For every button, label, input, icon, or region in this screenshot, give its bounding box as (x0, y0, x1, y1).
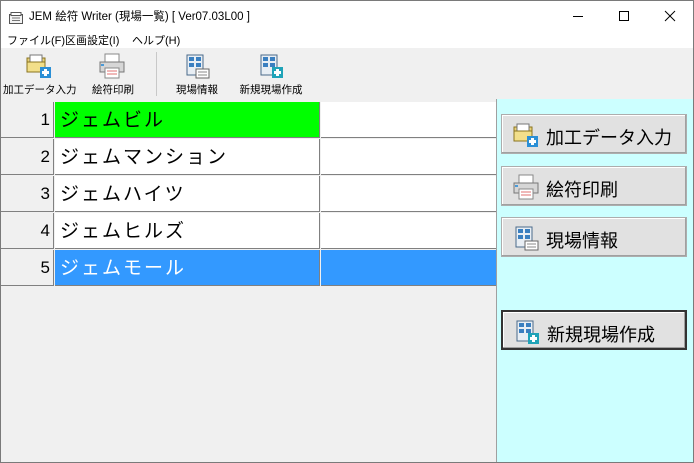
menu-help[interactable]: ヘルプ(H) (132, 32, 180, 48)
data-input-button[interactable]: 加工データ入力 (501, 114, 687, 154)
row-number: 5 (1, 250, 54, 286)
folder-doc-icon (512, 121, 540, 149)
site-list-grid: 1 ジェムビル 2 ジェムマンション 3 ジェムハイツ 4 ジェムヒルズ 5 ジ… (1, 99, 497, 462)
folder-doc-icon (25, 52, 53, 80)
toolbar-site-info-label: 現場情報 (176, 84, 218, 96)
print-label: 絵符印刷 (546, 180, 618, 200)
print-button[interactable]: 絵符印刷 (501, 166, 687, 206)
table-row[interactable]: 4 ジェムヒルズ (1, 213, 496, 250)
site-info-label: 現場情報 (546, 231, 618, 251)
table-row[interactable]: 3 ジェムハイツ (1, 176, 496, 213)
printer-icon (512, 173, 540, 201)
toolbar-separator (156, 52, 157, 96)
toolbar-print-label: 絵符印刷 (92, 84, 134, 96)
close-button[interactable] (647, 1, 693, 31)
toolbar-new-site-label: 新規現場作成 (239, 84, 303, 96)
site-name-cell[interactable]: ジェムマンション (55, 139, 320, 175)
site-name-cell[interactable]: ジェムモール (55, 250, 320, 286)
new-site-label: 新規現場作成 (547, 325, 655, 345)
site-name-cell[interactable]: ジェムビル (55, 102, 320, 138)
action-panel: 加工データ入力 絵符印刷 現場情報 新規現場作成 (497, 99, 693, 462)
app-icon (9, 9, 23, 24)
site-extra-cell[interactable] (321, 213, 496, 249)
minimize-button[interactable] (555, 1, 601, 31)
site-extra-cell[interactable] (321, 250, 496, 286)
new-site-button[interactable]: 新規現場作成 (501, 310, 687, 350)
toolbar: 加工データ入力 絵符印刷 現場情報 新規現場作成 (1, 48, 693, 99)
toolbar-data-input-button[interactable]: 加工データ入力 (3, 48, 77, 99)
site-extra-cell[interactable] (321, 176, 496, 212)
building-add-icon (257, 52, 285, 80)
menu-section-settings[interactable]: 区画設定(I) (65, 32, 119, 48)
menu-bar: ファイル(F) 区画設定(I) ヘルプ(H) (1, 31, 693, 48)
row-number: 4 (1, 213, 54, 249)
table-row[interactable]: 2 ジェムマンション (1, 139, 496, 176)
building-add-icon (513, 318, 541, 346)
table-row[interactable]: 1 ジェムビル (1, 102, 496, 139)
row-number: 2 (1, 139, 54, 175)
toolbar-print-button[interactable]: 絵符印刷 (85, 48, 141, 99)
row-number: 3 (1, 176, 54, 212)
data-input-label: 加工データ入力 (546, 128, 672, 148)
maximize-icon (619, 11, 629, 21)
toolbar-data-input-label: 加工データ入力 (3, 84, 77, 96)
building-info-icon (512, 224, 540, 252)
maximize-button[interactable] (601, 1, 647, 31)
window-title: JEM 絵符 Writer (現場一覧) [ Ver07.03L00 ] (29, 11, 250, 23)
site-extra-cell[interactable] (321, 102, 496, 138)
toolbar-site-info-button[interactable]: 現場情報 (167, 48, 227, 99)
title-bar[interactable]: JEM 絵符 Writer (現場一覧) [ Ver07.03L00 ] (1, 1, 693, 31)
close-icon (664, 10, 676, 22)
printer-icon (98, 52, 126, 80)
table-row-selected[interactable]: 5 ジェムモール (1, 250, 496, 287)
minimize-icon (573, 16, 583, 17)
menu-file[interactable]: ファイル(F) (7, 32, 65, 48)
building-info-icon (183, 52, 211, 80)
toolbar-new-site-button[interactable]: 新規現場作成 (235, 48, 307, 99)
site-name-cell[interactable]: ジェムヒルズ (55, 213, 320, 249)
site-name-cell[interactable]: ジェムハイツ (55, 176, 320, 212)
site-extra-cell[interactable] (321, 139, 496, 175)
site-info-button[interactable]: 現場情報 (501, 217, 687, 257)
row-number: 1 (1, 102, 54, 138)
app-window: JEM 絵符 Writer (現場一覧) [ Ver07.03L00 ] ファイ… (0, 0, 694, 463)
